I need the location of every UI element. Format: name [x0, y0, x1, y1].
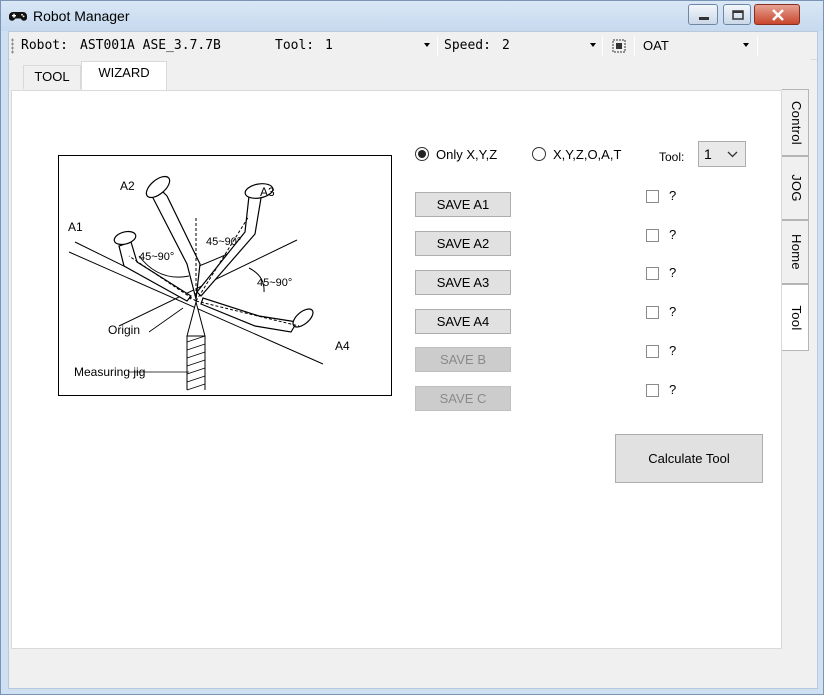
- tool-dropdown-arrow-icon[interactable]: [424, 43, 430, 47]
- tab-jog[interactable]: JOG: [782, 156, 809, 220]
- toolbar-separator: [634, 36, 635, 56]
- maximize-icon: [732, 10, 744, 20]
- label-angle-3: 45~90°: [257, 277, 293, 289]
- tool-calibration-illustration: [68, 175, 324, 391]
- status-mark-b: ?: [669, 343, 677, 358]
- calculate-tool-button[interactable]: Calculate Tool: [615, 434, 763, 483]
- robot-value[interactable]: AST001A ASE_3.7.7B: [80, 38, 221, 53]
- save-c-button: SAVE C: [415, 386, 511, 411]
- robot-label: Robot:: [21, 38, 68, 53]
- toolbar-separator: [602, 36, 603, 56]
- main-panel: TOOL WIZARD A2 A3 A1 A4 45~90° 45~90° 45…: [11, 59, 782, 649]
- save-a4-button[interactable]: SAVE A4: [415, 309, 511, 334]
- label-a3: A3: [260, 185, 275, 199]
- tool-dropdown-value[interactable]: 1: [325, 38, 333, 53]
- label-a4: A4: [335, 339, 350, 353]
- status-mark-a1: ?: [669, 188, 677, 203]
- close-button[interactable]: [754, 4, 800, 25]
- label-angle-1: 45~90°: [139, 251, 175, 263]
- status-checkbox-a4: [646, 306, 659, 319]
- save-a2-button[interactable]: SAVE A2: [415, 231, 511, 256]
- status-mark-c: ?: [669, 382, 677, 397]
- robot-manager-window: Robot Manager Robot: AST001A ASE_3.7.7B …: [0, 0, 824, 695]
- status-checkbox-b: [646, 345, 659, 358]
- save-a1-button[interactable]: SAVE A1: [415, 192, 511, 217]
- save-b-button: SAVE B: [415, 347, 511, 372]
- mode-dropdown-value[interactable]: OAT: [643, 38, 669, 53]
- radio-xyzoat-circle[interactable]: [532, 147, 546, 161]
- frame-grid-icon[interactable]: [612, 39, 626, 57]
- tab-control[interactable]: Control: [782, 89, 809, 156]
- status-checkbox-a1: [646, 190, 659, 203]
- wizard-panel: A2 A3 A1 A4 45~90° 45~90° 45~90° Origin …: [11, 90, 782, 649]
- mode-dropdown-arrow-icon[interactable]: [743, 43, 749, 47]
- radio-only-xyz-label[interactable]: Only X,Y,Z: [436, 147, 497, 162]
- save-a3-button[interactable]: SAVE A3: [415, 270, 511, 295]
- speed-dropdown-value[interactable]: 2: [502, 38, 510, 53]
- tab-control-label: Control: [789, 100, 804, 145]
- tool-select[interactable]: 1: [698, 141, 746, 167]
- radio-xyzoat-label[interactable]: X,Y,Z,O,A,T: [553, 147, 621, 162]
- status-mark-a4: ?: [669, 304, 677, 319]
- minimize-button[interactable]: [688, 4, 718, 25]
- tab-home[interactable]: Home: [782, 220, 809, 284]
- label-origin: Origin: [108, 323, 141, 337]
- label-measuring-jig: Measuring jig: [74, 365, 146, 379]
- chevron-down-icon: [727, 147, 738, 164]
- radio-only-xyz-circle[interactable]: [415, 147, 429, 161]
- window-title: Robot Manager: [33, 8, 130, 24]
- status-checkbox-c: [646, 384, 659, 397]
- label-angle-2: 45~90°: [206, 236, 242, 248]
- tab-wizard[interactable]: WIZARD: [81, 61, 167, 91]
- tool-select-value: 1: [704, 146, 712, 162]
- toolbar-grip[interactable]: [11, 38, 14, 54]
- toolbar: Robot: AST001A ASE_3.7.7B Tool: 1 Speed:…: [9, 32, 817, 60]
- tab-tool-side[interactable]: Tool: [782, 284, 809, 351]
- tool-label: Tool:: [275, 38, 315, 53]
- side-tab-strip: Control JOG Home Tool: [782, 59, 810, 659]
- tab-home-label: Home: [789, 234, 804, 270]
- status-mark-a3: ?: [669, 265, 677, 280]
- status-checkbox-a2: [646, 229, 659, 242]
- toolbar-separator: [437, 36, 438, 56]
- gamepad-icon: [9, 8, 27, 24]
- maximize-button[interactable]: [723, 4, 751, 25]
- measuring-diagram: A2 A3 A1 A4 45~90° 45~90° 45~90° Origin …: [58, 155, 392, 396]
- label-a2: A2: [120, 179, 135, 193]
- label-a1: A1: [68, 220, 83, 234]
- title-bar[interactable]: Robot Manager: [1, 1, 823, 31]
- tab-tool[interactable]: TOOL: [23, 65, 81, 89]
- minimize-icon: [699, 17, 709, 20]
- tab-jog-label: JOG: [789, 174, 804, 202]
- tab-tool-side-label: Tool: [789, 304, 804, 331]
- close-icon: [772, 9, 784, 21]
- radio-xyzoat[interactable]: X,Y,Z,O,A,T: [532, 147, 652, 163]
- status-mark-a2: ?: [669, 227, 677, 242]
- speed-dropdown-arrow-icon[interactable]: [590, 43, 596, 47]
- tab-strip: TOOL WIZARD: [11, 59, 782, 91]
- radio-only-xyz[interactable]: Only X,Y,Z: [415, 147, 525, 163]
- speed-label: Speed:: [444, 38, 491, 53]
- toolbar-separator: [757, 36, 758, 56]
- status-checkbox-a3: [646, 267, 659, 280]
- tool-select-label: Tool:: [659, 150, 685, 164]
